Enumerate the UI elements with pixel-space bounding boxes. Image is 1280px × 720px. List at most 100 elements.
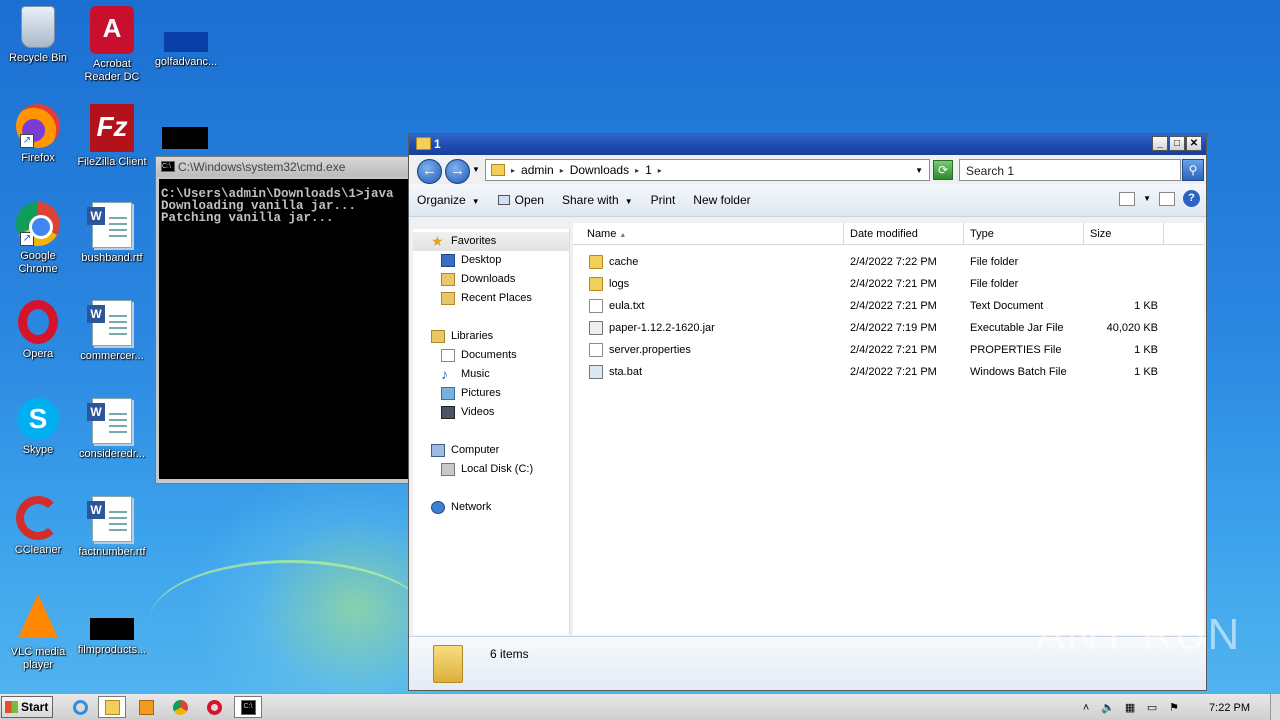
preview-pane-icon[interactable] (1159, 191, 1175, 206)
taskbar-internet-explorer[interactable] (66, 696, 94, 718)
desktop-icon-firefox[interactable]: ↗ Firefox (0, 104, 76, 165)
desktop-icon-filmproducts[interactable]: filmproducts... (74, 594, 150, 657)
taskbar-opera[interactable] (200, 696, 228, 718)
breadcrumb-admin[interactable]: admin (521, 163, 554, 177)
search-input[interactable]: Search 1 (959, 159, 1181, 181)
nav-item-recent-places[interactable]: Recent Places (413, 289, 569, 308)
desktop-icon-golfadvanc[interactable]: golfadvanc... (148, 6, 224, 69)
taskbar-cmd[interactable]: C:\ (234, 696, 262, 718)
nav-item-computer[interactable]: Computer (413, 441, 569, 460)
taskbar-chrome[interactable] (166, 696, 194, 718)
search-icon[interactable]: ⚲ (1182, 159, 1204, 181)
column-header-date[interactable]: Date modified (844, 223, 964, 244)
organize-label: Organize (417, 193, 466, 207)
desktop-icon-label: commercer... (80, 350, 144, 362)
breadcrumb-current[interactable]: 1 (645, 163, 652, 177)
new-folder-button[interactable]: New folder (693, 193, 750, 207)
chevron-right-icon[interactable]: ▸ (560, 166, 564, 175)
file-row[interactable]: cache 2/4/2022 7:22 PM File folder (573, 251, 1204, 273)
column-header-type[interactable]: Type (964, 223, 1084, 244)
back-button[interactable]: ← (417, 159, 442, 184)
nav-item-network[interactable]: Network (413, 498, 569, 517)
file-row[interactable]: logs 2/4/2022 7:21 PM File folder (573, 273, 1204, 295)
refresh-button[interactable]: ⟳ (933, 160, 953, 180)
file-row[interactable]: paper-1.12.2-1620.jar 2/4/2022 7:19 PM E… (573, 317, 1204, 339)
desktop-icon-skype[interactable]: S Skype (0, 398, 76, 457)
forward-button[interactable]: → (445, 159, 470, 184)
chevron-right-icon[interactable]: ▸ (658, 166, 662, 175)
taskbar-media-player[interactable] (132, 696, 160, 718)
show-hidden-icons-icon[interactable]: ˄ (1078, 700, 1094, 716)
chevron-right-icon[interactable]: ▸ (635, 166, 639, 175)
desktop-icon-filezilla[interactable]: Fz FileZilla Client (74, 104, 150, 169)
file-name: sta.bat (609, 366, 643, 378)
chevron-down-icon: ▼ (471, 197, 480, 206)
nav-item-pictures[interactable]: Pictures (413, 384, 569, 403)
minimize-button[interactable]: _ (1152, 136, 1168, 151)
file-row[interactable]: sta.bat 2/4/2022 7:21 PM Windows Batch F… (573, 361, 1204, 383)
nav-item-favorites[interactable]: ★ Favorites (413, 232, 569, 251)
taskbar-explorer[interactable] (98, 696, 126, 718)
cmd-console-output[interactable]: C:\Users\admin\Downloads\1>java Download… (159, 179, 416, 479)
batch-file-icon (589, 365, 603, 379)
breadcrumb-downloads[interactable]: Downloads (570, 163, 629, 177)
desktop-icon-label: Acrobat Reader DC (84, 58, 140, 83)
desktop-icon-vlc[interactable]: VLC media player (0, 594, 76, 672)
word-document-icon: W (87, 496, 132, 542)
action-center-flag-icon[interactable]: ⚑ (1166, 700, 1182, 716)
desktop-icon-ccleaner[interactable]: CCleaner (0, 496, 76, 557)
open-button[interactable]: Open (497, 193, 544, 207)
windows-logo-icon (5, 701, 18, 713)
help-icon[interactable]: ? (1183, 190, 1200, 207)
window-title: 1 (434, 137, 441, 151)
column-header-name[interactable]: Name ▲ (573, 223, 844, 244)
view-dropdown-icon[interactable]: ▼ (1143, 194, 1151, 203)
system-tray: ˄ 🔈 ▦ ▭ ⚑ 7:22 PM (1075, 694, 1280, 720)
cmd-window[interactable]: C:\ C:\Windows\system32\cmd.exe C:\Users… (155, 156, 417, 484)
text-file-icon (589, 299, 603, 313)
nav-item-desktop[interactable]: Desktop (413, 251, 569, 270)
clock[interactable]: 7:22 PM (1209, 702, 1250, 714)
desktop-icon-bushband[interactable]: W bushband.rtf (74, 202, 150, 265)
desktop-icon-opera[interactable]: Opera (0, 300, 76, 361)
documents-icon (441, 349, 455, 362)
power-icon[interactable]: ▭ (1144, 700, 1160, 716)
explorer-window[interactable]: 1 _ □ ✕ ← → ▼ ▸ admin ▸ Downloads ▸ 1 ▸ … (408, 133, 1207, 691)
item-count: 6 items (490, 647, 529, 661)
recent-pages-dropdown-icon[interactable]: ▼ (472, 165, 480, 174)
address-bar[interactable]: ▸ admin ▸ Downloads ▸ 1 ▸ ▼ (485, 159, 930, 181)
network-tray-icon[interactable]: ▦ (1122, 700, 1138, 716)
print-button[interactable]: Print (651, 193, 676, 207)
file-row[interactable]: server.properties 2/4/2022 7:21 PM PROPE… (573, 339, 1204, 361)
change-view-icon[interactable] (1119, 191, 1136, 206)
desktop-icon-hidden-black[interactable] (162, 127, 208, 149)
internet-explorer-icon (72, 700, 88, 715)
desktop-icon-acrobat[interactable]: A Acrobat Reader DC (74, 6, 150, 84)
desktop-icon-chrome[interactable]: ↗ Google Chrome (0, 202, 76, 276)
open-label: Open (514, 193, 544, 207)
column-header-size[interactable]: Size (1084, 223, 1164, 244)
nav-item-videos[interactable]: Videos (413, 403, 569, 422)
nav-item-local-disk[interactable]: Local Disk (C:) (413, 460, 569, 479)
file-row[interactable]: eula.txt 2/4/2022 7:21 PM Text Document … (573, 295, 1204, 317)
explorer-title-bar[interactable]: 1 _ □ ✕ (409, 134, 1206, 155)
show-desktop-button[interactable] (1270, 694, 1280, 720)
desktop-icon-recycle-bin[interactable]: Recycle Bin (0, 6, 76, 65)
volume-icon[interactable]: 🔈 (1100, 700, 1116, 716)
organize-button[interactable]: Organize ▼ (417, 193, 480, 207)
desktop-icon-commercer[interactable]: W commercer... (74, 300, 150, 363)
maximize-button[interactable]: □ (1169, 136, 1185, 151)
nav-item-downloads[interactable]: Downloads (413, 270, 569, 289)
share-with-button[interactable]: Share with ▼ (562, 193, 633, 207)
nav-item-documents[interactable]: Documents (413, 346, 569, 365)
start-button[interactable]: Start (1, 696, 53, 718)
nav-item-music[interactable]: ♪ Music (413, 365, 569, 384)
close-button[interactable]: ✕ (1186, 136, 1202, 151)
chevron-right-icon[interactable]: ▸ (511, 166, 515, 175)
desktop-icon-factnumber[interactable]: W factnumber.rtf (74, 496, 150, 559)
desktop-icon-consideredr[interactable]: W consideredr... (74, 398, 150, 461)
address-dropdown-icon[interactable]: ▼ (915, 166, 923, 175)
file-type: PROPERTIES File (970, 344, 1062, 356)
cmd-title-bar[interactable]: C:\ C:\Windows\system32\cmd.exe (156, 157, 416, 177)
nav-item-libraries[interactable]: Libraries (413, 327, 569, 346)
